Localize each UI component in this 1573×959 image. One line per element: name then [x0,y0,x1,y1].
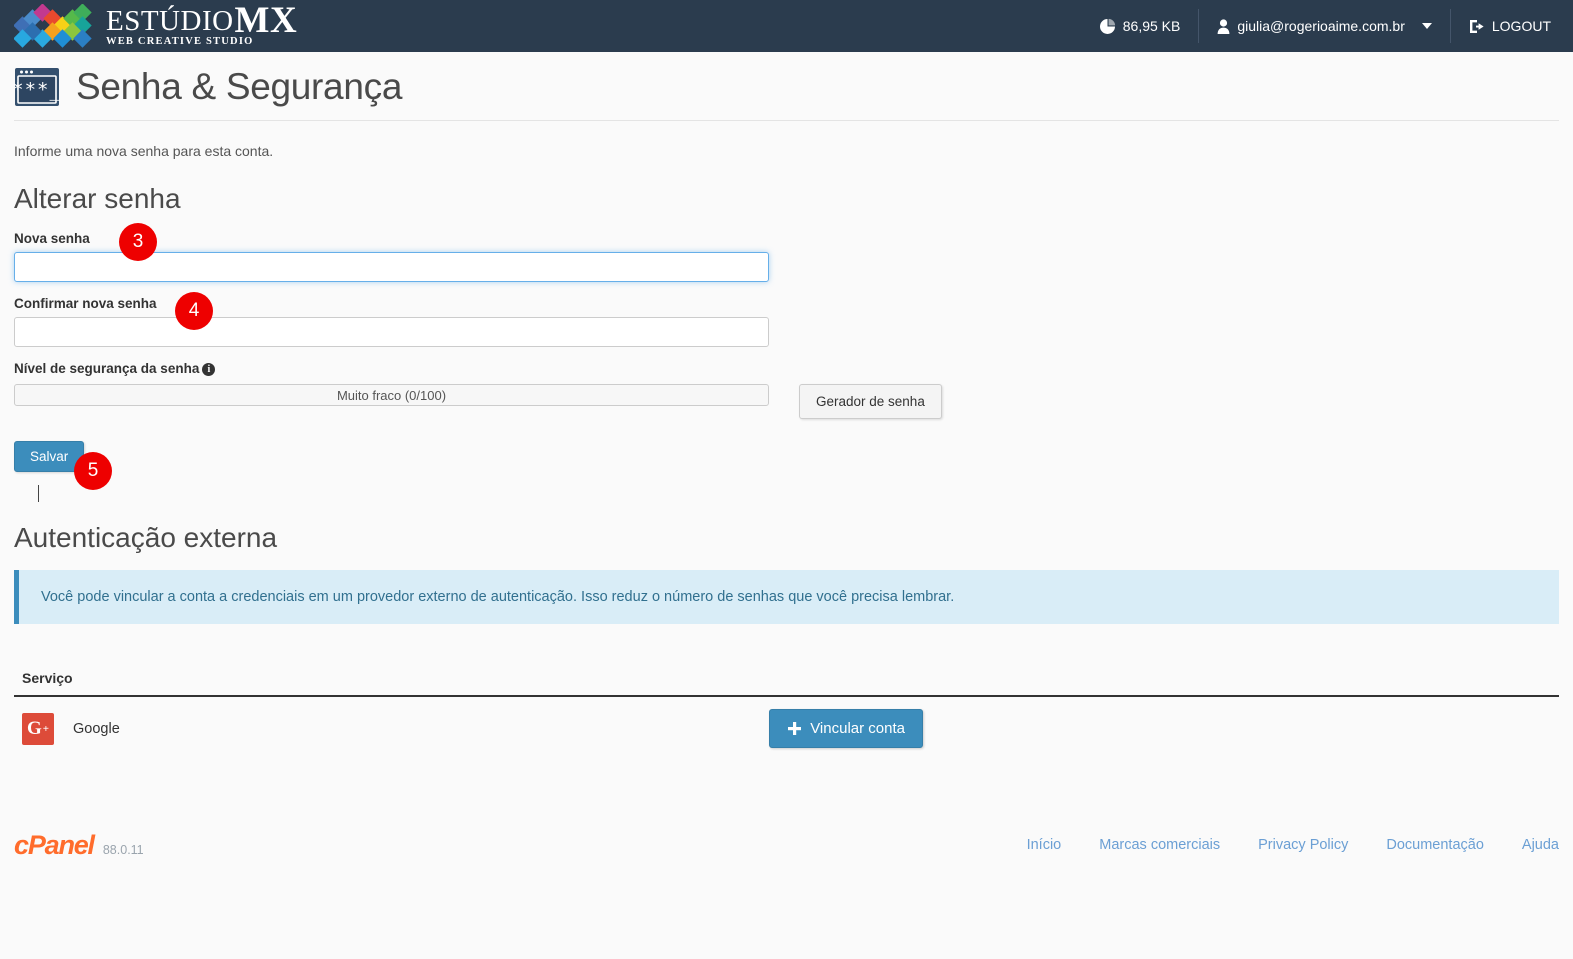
brand-name-big: MX [235,5,298,36]
table-row: G+ Google Vincular conta [14,697,1559,760]
disk-usage-value: 86,95 KB [1123,18,1181,34]
confirm-password-input[interactable] [14,317,769,347]
annotation-badge-3: 3 [119,223,157,261]
service-table-header: Serviço [14,652,1559,697]
footer-links: Início Marcas comerciais Privacy Policy … [1027,837,1559,853]
service-name: Google [73,721,120,737]
top-right-menu: 86,95 KB giulia@rogerioaime.com.br LOGOU… [1081,0,1573,52]
chevron-down-icon [1422,23,1432,29]
info-icon[interactable]: i [202,363,215,376]
link-account-button[interactable]: Vincular conta [769,709,923,748]
google-plus-icon: G+ [22,713,54,745]
footer-link-privacy[interactable]: Privacy Policy [1258,837,1348,853]
estudiomx-logo-icon [14,4,98,48]
brand-wordmark: ESTÚDIOMX WEB CREATIVE STUDIO [106,5,297,48]
link-account-label: Vincular conta [810,720,905,737]
page-footer: cPanel 88.0.11 Início Marcas comerciais … [0,820,1573,870]
user-email-label: giulia@rogerioaime.com.br [1237,18,1405,34]
footer-link-trademarks[interactable]: Marcas comerciais [1099,837,1220,853]
brand-name-small: ESTÚDIO [106,7,234,36]
pie-chart-icon [1099,18,1116,35]
logout-icon [1469,19,1485,34]
cpanel-wordmark: cPanel [14,830,94,861]
confirm-password-field-group: Confirmar nova senha [14,296,1559,347]
confirm-password-label: Confirmar nova senha [14,296,1559,311]
footer-link-home[interactable]: Início [1027,837,1062,853]
password-strength-label: Nível de segurança da senhai [14,361,1559,376]
app-page: ESTÚDIOMX WEB CREATIVE STUDIO 86,95 KB g… [0,0,1573,959]
brand-tagline: WEB CREATIVE STUDIO [106,37,297,48]
annotation-badge-5: 5 [74,452,112,490]
password-strength-value: Muito fraco (0/100) [337,388,446,403]
external-auth-heading: Autenticação externa [14,522,1559,554]
brand-logo[interactable]: ESTÚDIOMX WEB CREATIVE STUDIO [14,0,297,52]
main-content: ***_ Senha & Segurança Informe uma nova … [0,52,1573,760]
service-action-cell: Vincular conta [769,709,923,748]
password-strength-row: Muito fraco (0/100) Gerador de senha [14,384,1559,419]
cpanel-logo[interactable]: cPanel 88.0.11 [14,830,144,861]
external-auth-notice: Você pode vincular a conta a credenciais… [14,570,1559,624]
new-password-field-group: Nova senha [14,231,1559,282]
logout-label: LOGOUT [1492,18,1551,34]
annotation-badge-4: 4 [175,292,213,330]
user-icon [1217,19,1230,34]
page-subtitle: Informe uma nova senha para esta conta. [14,143,1559,159]
new-password-label: Nova senha [14,231,1559,246]
top-navigation-bar: ESTÚDIOMX WEB CREATIVE STUDIO 86,95 KB g… [0,0,1573,52]
cpanel-version: 88.0.11 [103,843,144,857]
page-header: ***_ Senha & Segurança [14,52,1559,121]
logout-button[interactable]: LOGOUT [1450,9,1573,43]
footer-link-help[interactable]: Ajuda [1522,837,1559,853]
page-title: Senha & Segurança [76,66,402,108]
disk-usage-indicator[interactable]: 86,95 KB [1081,9,1199,43]
user-account-menu[interactable]: giulia@rogerioaime.com.br [1198,9,1450,43]
svg-text:***_: ***_ [14,79,60,101]
text-cursor [38,485,39,502]
save-row: Salvar [14,441,1559,472]
plus-icon [787,721,802,736]
password-strength-meter: Muito fraco (0/100) [14,384,769,406]
footer-link-documentation[interactable]: Documentação [1386,837,1484,853]
change-password-heading: Alterar senha [14,183,1559,215]
password-generator-button[interactable]: Gerador de senha [799,384,942,419]
password-security-icon: ***_ [14,67,60,107]
password-strength-label-text: Nível de segurança da senha [14,361,199,376]
